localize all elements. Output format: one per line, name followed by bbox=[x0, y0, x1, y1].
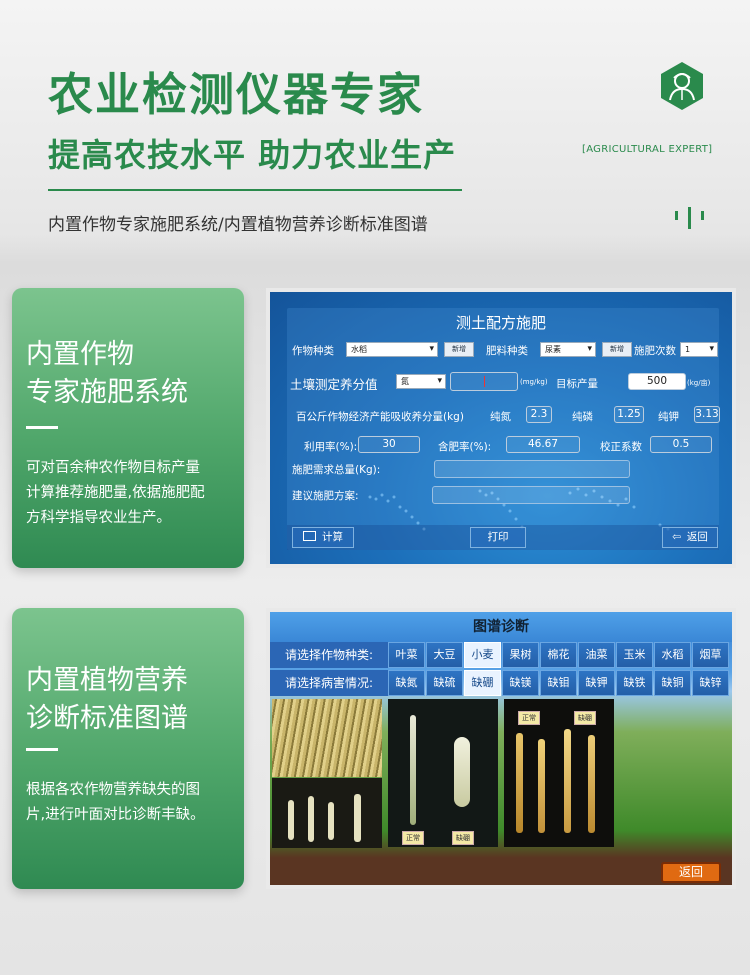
feature-card-diagnosis: 内置植物营养 诊断标准图谱 根据各农作物营养缺失的图 片,进行叶面对比诊断丰缺。 bbox=[12, 608, 244, 889]
p-input[interactable]: 1.25 bbox=[614, 406, 644, 423]
content-input[interactable]: 46.67 bbox=[506, 436, 580, 453]
disease-prompt: 请选择病害情况: bbox=[270, 670, 388, 696]
crop-prompt: 请选择作物种类: bbox=[270, 642, 388, 668]
feature-card-fertilizer: 内置作物 专家施肥系统 可对百余种农作物目标产量 计算推荐施肥量,依据施肥配 方… bbox=[12, 288, 244, 568]
back-button[interactable]: ⇦ 返回 bbox=[662, 527, 718, 548]
fertilizer-screen: 测土配方施肥 作物种类 水稻 新增 肥料种类 尿素 新增 施肥次数 1 土壤测定… bbox=[266, 288, 736, 568]
print-button[interactable]: 打印 bbox=[470, 527, 526, 548]
photo-tag: 缺硼 bbox=[574, 711, 596, 725]
target-label: 目标产量 bbox=[556, 378, 598, 390]
decorative-bars-icon bbox=[675, 207, 705, 231]
crop-option[interactable]: 叶菜 bbox=[388, 642, 425, 668]
crop-option[interactable]: 小麦 bbox=[464, 642, 501, 668]
photo-tag: 正常 bbox=[518, 711, 540, 725]
wheat-ears-photo bbox=[272, 778, 382, 848]
target-unit: (kg/亩) bbox=[687, 379, 711, 387]
crop-option[interactable]: 果树 bbox=[502, 642, 539, 668]
fertilizer-type-label: 肥料种类 bbox=[486, 345, 528, 357]
page-title: 农业检测仪器专家 bbox=[48, 68, 425, 121]
n-input[interactable]: 2.3 bbox=[526, 406, 552, 423]
diagnosis-screen: 图谱诊断 请选择作物种类: 请选择病害情况: 叶菜 大豆 小麦 果树 棉花 油菜 玉米 水稻烟… bbox=[266, 608, 736, 889]
crop-option[interactable]: 油菜 bbox=[578, 642, 615, 668]
plan-label: 建议施肥方案: bbox=[292, 490, 359, 502]
coef-input[interactable]: 0.5 bbox=[650, 436, 712, 453]
target-input[interactable]: 500 bbox=[628, 373, 686, 390]
page-description: 内置作物专家施肥系统/内置植物营养诊断标准图谱 bbox=[48, 215, 428, 235]
p-label: 纯磷 bbox=[572, 411, 593, 423]
wheat-field-photo bbox=[272, 699, 382, 777]
calculator-icon bbox=[303, 531, 316, 541]
deficiency-option[interactable]: 缺铜 bbox=[654, 670, 691, 696]
back-arrow-icon: ⇦ bbox=[672, 531, 681, 543]
deficiency-option[interactable]: 缺钾 bbox=[578, 670, 615, 696]
k-label: 纯钾 bbox=[658, 411, 679, 423]
photo-tag: 正常 bbox=[402, 831, 424, 845]
n-label: 纯氮 bbox=[490, 411, 511, 423]
add-fertilizer-button[interactable]: 新增 bbox=[602, 342, 632, 357]
calculate-button[interactable]: 计算 bbox=[292, 527, 354, 548]
crop-option[interactable]: 棉花 bbox=[540, 642, 577, 668]
photo-tag: 缺硼 bbox=[452, 831, 474, 845]
times-label: 施肥次数 bbox=[634, 345, 676, 357]
back-label: 返回 bbox=[686, 531, 708, 543]
crop-type-label: 作物种类 bbox=[292, 345, 334, 357]
crop-option[interactable]: 烟草 bbox=[692, 642, 729, 668]
soil-unit: (mg/kg) bbox=[520, 378, 548, 386]
deficiency-option[interactable]: 缺锌 bbox=[692, 670, 729, 696]
card-text: 方科学指导农业生产。 bbox=[26, 510, 171, 526]
crop-type-select[interactable]: 水稻 bbox=[346, 342, 438, 357]
screen-title: 图谱诊断 bbox=[270, 612, 732, 642]
crop-option[interactable]: 大豆 bbox=[426, 642, 463, 668]
content-label: 含肥率(%): bbox=[438, 441, 492, 453]
deficiency-option[interactable]: 缺镁 bbox=[502, 670, 539, 696]
deficiency-option[interactable]: 缺铁 bbox=[616, 670, 653, 696]
deficiency-option[interactable]: 缺氮 bbox=[388, 670, 425, 696]
card-heading: 诊断标准图谱 bbox=[26, 703, 188, 734]
farmer-hexagon-icon bbox=[661, 62, 703, 110]
card-heading: 专家施肥系统 bbox=[26, 377, 188, 408]
crop-option[interactable]: 玉米 bbox=[616, 642, 653, 668]
crop-option[interactable]: 水稻 bbox=[654, 642, 691, 668]
card-divider bbox=[26, 748, 58, 751]
total-output bbox=[434, 460, 630, 478]
soil-value-input[interactable] bbox=[450, 372, 518, 391]
card-heading: 内置作物 bbox=[26, 339, 134, 370]
card-heading: 内置植物营养 bbox=[26, 665, 188, 696]
brand-english: [AGRICULTURAL EXPERT] bbox=[582, 144, 713, 155]
card-text: 可对百余种农作物目标产量 bbox=[26, 460, 200, 476]
add-crop-button[interactable]: 新增 bbox=[444, 342, 474, 357]
card-text: 片,进行叶面对比诊断丰缺。 bbox=[26, 807, 205, 823]
screen-title: 测土配方施肥 bbox=[455, 314, 546, 332]
deficiency-option[interactable]: 缺硫 bbox=[426, 670, 463, 696]
back-button[interactable]: 返回 bbox=[661, 862, 721, 883]
title-divider bbox=[48, 189, 462, 191]
soil-label: 土壤测定养分值 bbox=[290, 377, 378, 392]
coef-label: 校正系数 bbox=[600, 441, 642, 453]
page-subtitle: 提高农技水平 助力农业生产 bbox=[48, 136, 457, 174]
absorb-label: 百公斤作物经济产能吸收养分量(kg) bbox=[296, 411, 464, 423]
total-label: 施肥需求总量(Kg): bbox=[292, 464, 381, 476]
card-text: 计算推荐施肥量,依据施肥配 bbox=[26, 485, 205, 501]
calculate-label: 计算 bbox=[322, 531, 343, 543]
plan-output bbox=[432, 486, 630, 504]
fertilizer-type-select[interactable]: 尿素 bbox=[540, 342, 596, 357]
nutrient-select[interactable]: 氮 bbox=[396, 374, 446, 389]
util-input[interactable]: 30 bbox=[358, 436, 420, 453]
wheat-comparison-photo: 正常 缺硼 bbox=[388, 699, 498, 847]
k-input[interactable]: 3.13 bbox=[694, 406, 720, 423]
card-divider bbox=[26, 426, 58, 429]
deficiency-option[interactable]: 缺钼 bbox=[540, 670, 577, 696]
times-select[interactable]: 1 bbox=[680, 342, 718, 357]
util-label: 利用率(%): bbox=[304, 441, 358, 453]
wheat-deficiency-photo: 正常 缺硼 bbox=[504, 699, 614, 847]
card-text: 根据各农作物营养缺失的图 bbox=[26, 782, 200, 798]
deficiency-option[interactable]: 缺硼 bbox=[464, 670, 501, 696]
